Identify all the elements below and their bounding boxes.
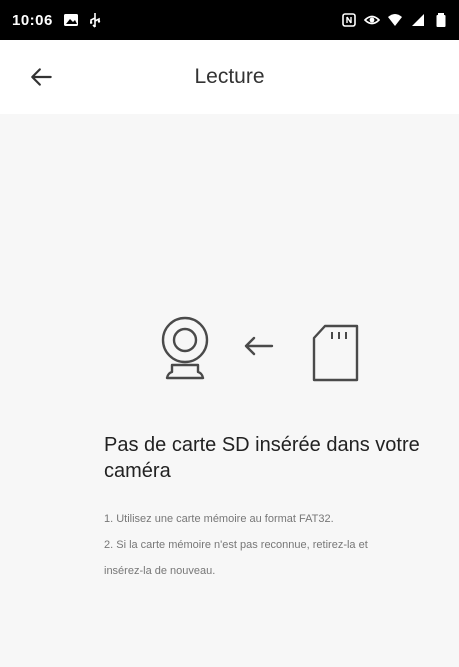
battery-icon xyxy=(436,13,446,27)
usb-icon xyxy=(89,13,101,28)
nfc-icon xyxy=(342,13,356,27)
page-title: Lecture xyxy=(194,65,265,88)
eye-icon xyxy=(364,15,380,25)
back-arrow-icon xyxy=(31,68,52,86)
status-notification-icons xyxy=(63,12,103,28)
gallery-icon xyxy=(63,14,78,26)
status-time: 10:06 xyxy=(12,11,53,29)
no-sd-card-illustration xyxy=(150,312,365,387)
empty-state-tips: 1. Utilisez une carte mémoire au format … xyxy=(104,506,404,584)
status-system-icons xyxy=(341,12,449,28)
sd-card-icon xyxy=(312,324,359,382)
wifi-icon xyxy=(388,14,402,26)
app-bar: Lecture xyxy=(0,40,459,114)
signal-icon xyxy=(412,14,424,26)
status-bar: 10:06 xyxy=(0,0,459,40)
playback-content xyxy=(0,114,459,667)
empty-state-title: Pas de carte SD insérée dans votre camér… xyxy=(104,434,420,482)
back-button[interactable] xyxy=(26,61,58,93)
camera-icon xyxy=(161,316,209,380)
left-arrow-icon xyxy=(244,336,274,356)
tip-item: 1. Utilisez une carte mémoire au format … xyxy=(104,513,334,525)
tip-item: 2. Si la carte mémoire n'est pas reconnu… xyxy=(104,539,368,577)
